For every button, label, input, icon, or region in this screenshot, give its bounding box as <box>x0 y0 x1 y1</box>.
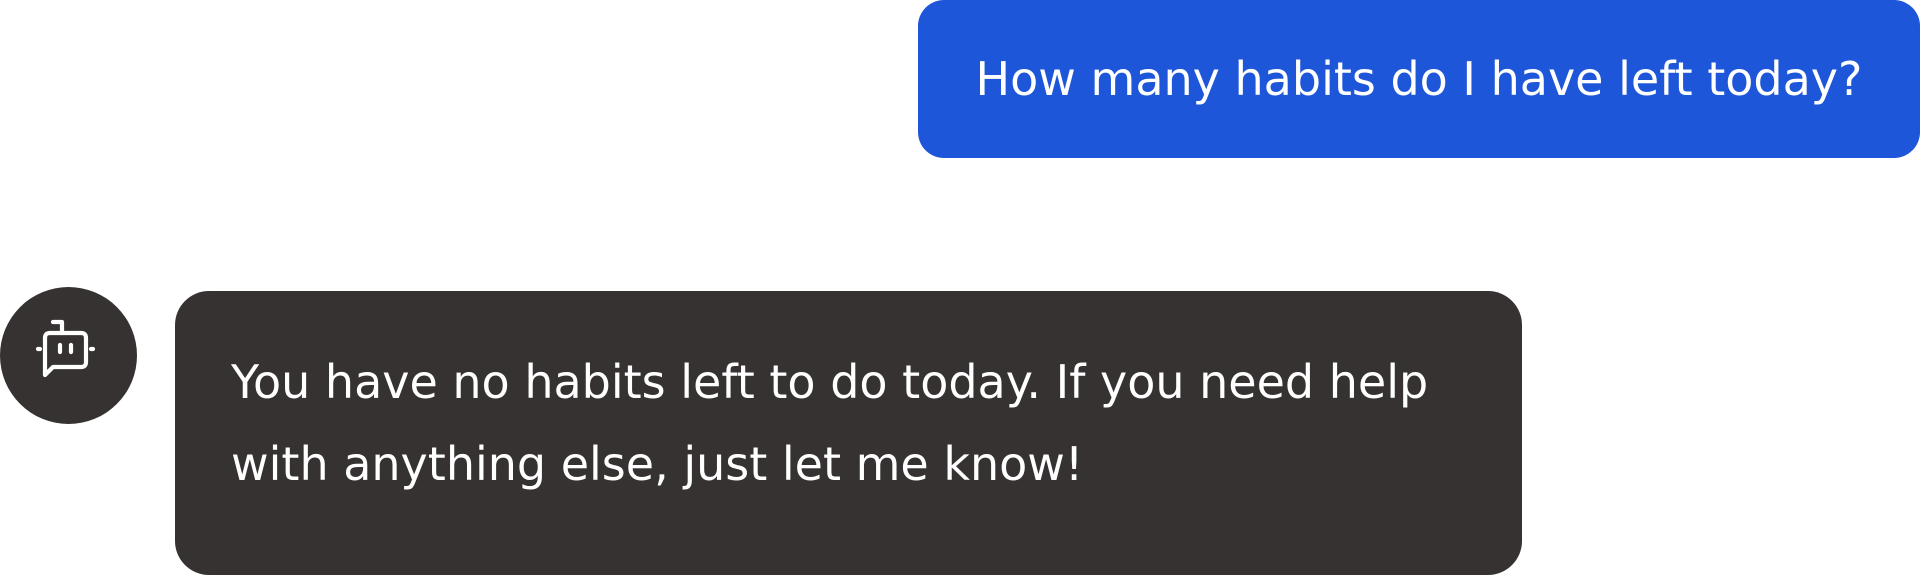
user-message-bubble: How many habits do I have left today? <box>918 0 1920 158</box>
robot-chat-icon <box>35 319 95 377</box>
user-message-text: How many habits do I have left today? <box>975 52 1863 106</box>
bot-message-text: You have no habits left to do today. If … <box>231 355 1429 491</box>
bot-avatar <box>0 287 137 424</box>
bot-message-bubble: You have no habits left to do today. If … <box>175 291 1522 575</box>
